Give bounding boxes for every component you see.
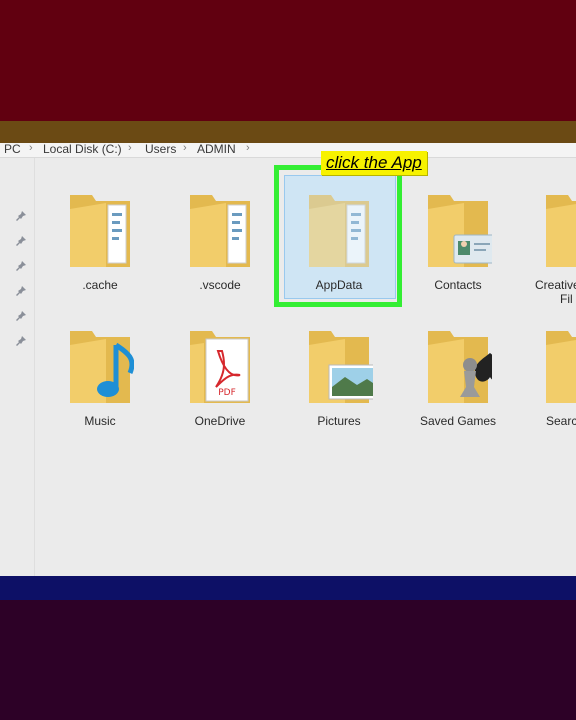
pin-icon[interactable] [16,286,26,296]
breadcrumb-pc[interactable]: PC [4,143,21,156]
saved-games-folder-icon [428,331,492,403]
pictures-folder-icon [309,331,373,403]
folder-label: Searc [546,414,576,428]
file-explorer-window: PC › Local Disk (C:) › Users › ADMIN › .… [0,143,576,576]
pin-icon[interactable] [16,336,26,346]
folder-saved-games[interactable]: Saved Games [406,317,510,437]
navigation-pane [0,158,35,576]
folder-label: Saved Games [419,414,497,428]
folder-label: OneDrive [194,414,246,428]
folder-icon [70,195,130,267]
folder-searches[interactable]: Searc [524,317,576,437]
folder-onedrive[interactable]: PDF OneDrive [168,317,272,437]
breadcrumb-users[interactable]: Users [145,143,176,156]
folder-label: .vscode [199,278,241,292]
folder-label: Contacts [434,278,482,292]
folder-contacts[interactable]: Contacts [406,181,510,301]
chevron-right-icon: › [246,143,250,154]
pin-icon[interactable] [16,261,26,271]
contacts-folder-icon [428,195,492,267]
callout-text: click the App [326,153,422,172]
pin-icon[interactable] [16,236,26,246]
folder-vscode[interactable]: .vscode [168,181,272,301]
music-folder-icon [70,331,134,403]
highlight-box [274,165,402,307]
folder-sublabel: Fil [560,292,573,306]
folder-label: .cache [82,278,118,292]
folder-cache[interactable]: .cache [48,181,152,301]
search-folder-icon [546,331,576,403]
chevron-right-icon: › [29,143,33,154]
pin-icon[interactable] [16,311,26,321]
instruction-callout: click the App [321,151,427,175]
creative-cloud-folder-icon [546,195,576,267]
folder-label: Creative [535,278,576,292]
folder-label: Pictures [317,414,361,428]
background-top [0,0,576,121]
title-strip [0,121,576,143]
background-bottom [0,600,576,720]
pdf-folder-icon: PDF [190,331,250,403]
breadcrumb-local-disk[interactable]: Local Disk (C:) [43,143,122,156]
chevron-right-icon: › [128,143,132,154]
folder-pictures[interactable]: Pictures [287,317,391,437]
folder-music[interactable]: Music [48,317,152,437]
svg-text:PDF: PDF [218,388,236,398]
folder-creative-cloud[interactable]: Creative Fil [524,181,576,306]
folder-label: Music [84,414,116,428]
pin-icon[interactable] [16,211,26,221]
folder-icon [190,195,250,267]
chevron-right-icon: › [183,143,187,154]
bottom-strip [0,576,576,600]
address-bar[interactable]: PC › Local Disk (C:) › Users › ADMIN › [0,143,576,158]
breadcrumb-admin[interactable]: ADMIN [197,143,236,156]
